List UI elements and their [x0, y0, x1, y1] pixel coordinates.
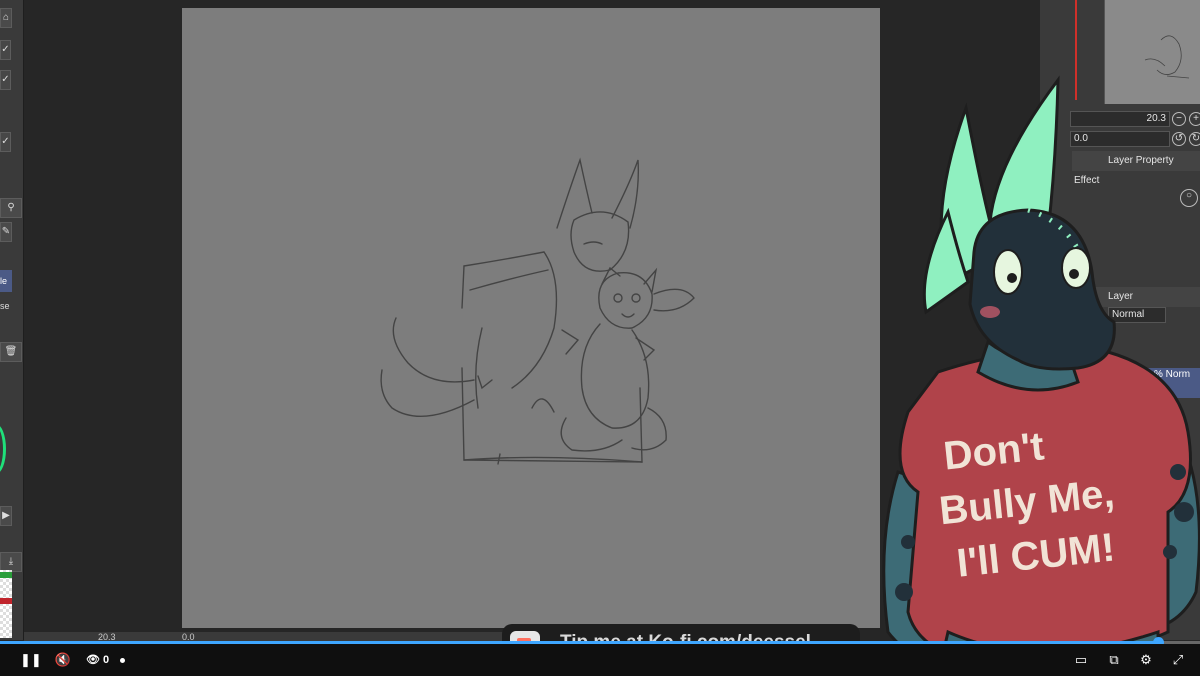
- color-swatches[interactable]: [0, 570, 12, 638]
- fullscreen-icon[interactable]: ⤢: [1170, 652, 1186, 668]
- live-indicator: [120, 658, 125, 663]
- checkbox-3[interactable]: ✓: [0, 132, 11, 152]
- gear-icon[interactable]: ⚙: [1138, 652, 1154, 668]
- pause-icon[interactable]: ❚❚: [20, 652, 42, 668]
- viewer-count-value: 0: [103, 654, 110, 666]
- player-controls: ❚❚ 🔇 👁 0 ▭ ⧉ ⚙ ⤢: [0, 644, 1200, 676]
- search-icon[interactable]: ⚲: [0, 198, 22, 218]
- lock-icon[interactable]: ⌂: [0, 8, 12, 28]
- pencil-sketch: [380, 157, 695, 465]
- screen: ⌂ ✓ ✓ ✓ ⚲ ✎ le se 🗑 ▶ ⤓ 20.3 − + 0.0 ↺ ↻…: [0, 0, 1200, 676]
- tool-label-highlight[interactable]: le: [0, 270, 12, 292]
- color-wheel[interactable]: [0, 424, 6, 474]
- play-circle-icon[interactable]: ▶: [0, 506, 12, 526]
- trash-icon[interactable]: 🗑: [0, 342, 22, 362]
- import-icon[interactable]: ⤓: [0, 552, 22, 572]
- miniplayer-icon[interactable]: ⧉: [1106, 652, 1122, 668]
- swatch-red[interactable]: [0, 598, 12, 604]
- left-tool-panel: ⌂ ✓ ✓ ✓ ⚲ ✎ le se 🗑 ▶ ⤓: [0, 0, 24, 640]
- checkbox-2[interactable]: ✓: [0, 70, 11, 90]
- swatch-green[interactable]: [0, 572, 12, 578]
- muted-speaker-icon[interactable]: 🔇: [54, 652, 72, 668]
- checkbox-1[interactable]: ✓: [0, 40, 11, 60]
- theater-mode-icon[interactable]: ▭: [1074, 652, 1088, 668]
- eye-icon: 👁: [86, 654, 100, 666]
- tool-label[interactable]: se: [0, 298, 12, 314]
- eraser-icon[interactable]: ✎: [0, 222, 12, 242]
- viewer-count: 👁 0: [86, 653, 109, 666]
- drawing-canvas[interactable]: [182, 8, 880, 628]
- streamer-avatar: Don't Bully Me, I'll CUM!: [882, 75, 1200, 676]
